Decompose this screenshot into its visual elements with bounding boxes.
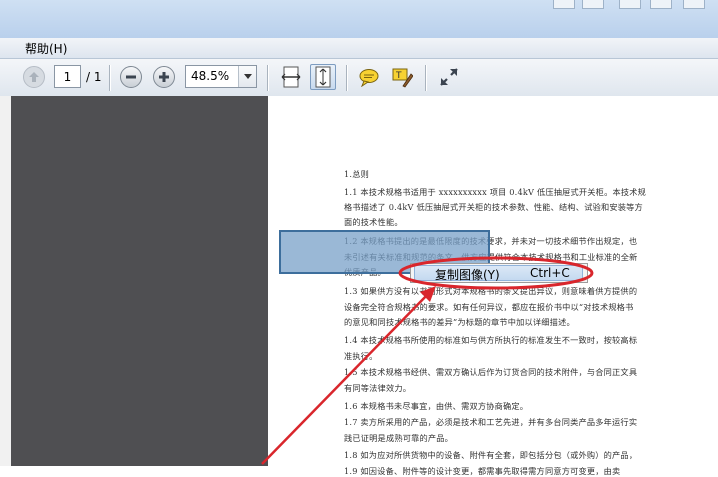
svg-text:T: T <box>395 71 402 81</box>
menu-bar: 帮助(H) <box>0 38 718 59</box>
document-text-line: 的意见和同技术规格书的差异”为标题的章节中加以详细描述。 <box>344 317 575 327</box>
document-text-line: 1.8 如为应对所供货物中的设备、附件有全套，即包括分包（或外购）的产品， <box>344 450 638 460</box>
zoom-dropdown-button[interactable] <box>238 66 256 87</box>
window-control-button[interactable] <box>650 0 672 9</box>
full-screen-button[interactable] <box>436 64 462 90</box>
expand-icon <box>440 68 458 86</box>
document-text-line: 设备完全符合规格书的要求。如有任何异议，都应在报价书中以“对技术规格书 <box>344 302 634 312</box>
fit-page-icon <box>315 66 331 88</box>
document-text-line: 格书描述了 0.4kV 低压抽屉式开关柜的技术参数、性能、结构、试验和安装等方 <box>344 202 643 212</box>
document-text-line: 践已证明是成熟可靠的产品。 <box>344 433 454 443</box>
document-text-line: 1.6 本规格书未尽事宜，由供、需双方协商确定。 <box>344 401 529 411</box>
toolbar-separator <box>109 65 110 91</box>
plus-icon <box>159 72 169 82</box>
window-control-button[interactable] <box>619 0 641 9</box>
document-text-line: 1.7 卖方所采用的产品，必须是技术和工艺先进，并有多台同类产品多年运行实 <box>344 417 638 427</box>
menu-help[interactable]: 帮助(H) <box>25 40 67 57</box>
fit-width-button[interactable] <box>278 64 304 90</box>
highlighter-icon: T <box>392 68 413 88</box>
zoom-level-value: 48.5% <box>191 69 230 83</box>
toolbar-separator <box>425 65 426 91</box>
document-text-line: 面的技术性能。 <box>344 217 403 227</box>
toolbar-separator <box>267 65 268 91</box>
toolbar-separator <box>346 65 347 91</box>
document-canvas-background <box>11 96 268 466</box>
document-text-line: 1.3 如果供方没有以书面形式对本规格书的条文提出异议，则意味着供方提供的 <box>344 286 638 296</box>
document-text-line: 准执行。 <box>344 351 378 361</box>
context-menu: 复制图像(Y) Ctrl+C <box>410 263 588 283</box>
page-total-label: / 1 <box>86 70 102 84</box>
window-control-button[interactable] <box>553 0 575 9</box>
copy-image-shortcut: Ctrl+C <box>530 266 570 280</box>
zoom-in-button[interactable] <box>153 66 175 88</box>
document-text-line: 1.5 本技术规格书经供、需双方确认后作为订货合同的技术附件，与合同正文具 <box>344 367 638 377</box>
minus-icon <box>126 75 136 79</box>
copy-image-label: 复制图像(Y) <box>435 268 500 282</box>
chevron-down-icon <box>243 74 252 79</box>
arrow-up-icon <box>29 72 39 82</box>
navigation-strip <box>0 96 11 466</box>
document-text-line: 1.4 本技术规格书所使用的标准如与供方所执行的标准发生不一致时，按较高标 <box>344 335 638 345</box>
fit-page-button[interactable] <box>310 64 336 90</box>
comment-icon <box>359 69 379 87</box>
document-text-line: 1.9 如因设备、附件等的设计变更，都需事先取得需方同意方可变更，由卖 <box>344 466 621 476</box>
fit-width-icon <box>281 66 301 88</box>
window-title-bar <box>0 0 718 38</box>
document-text-line: 1.总则 <box>344 169 369 179</box>
toolbar: 1 / 1 48.5% T <box>0 59 718 97</box>
page-number-value: 1 <box>63 69 72 84</box>
window-control-button[interactable] <box>683 0 705 9</box>
highlight-text-button[interactable]: T <box>389 64 415 90</box>
document-text-line: 1.1 本技术规格书适用于 xxxxxxxxxx 项目 0.4kV 低压抽屉式开… <box>344 187 647 197</box>
zoom-out-button[interactable] <box>120 66 142 88</box>
comment-button[interactable] <box>356 64 382 90</box>
zoom-level-select[interactable]: 48.5% <box>185 65 257 88</box>
previous-page-button[interactable] <box>23 66 45 88</box>
document-text-line: 有同等法律效力。 <box>344 383 412 393</box>
page-number-input[interactable]: 1 <box>54 65 81 88</box>
window-control-button[interactable] <box>582 0 604 9</box>
